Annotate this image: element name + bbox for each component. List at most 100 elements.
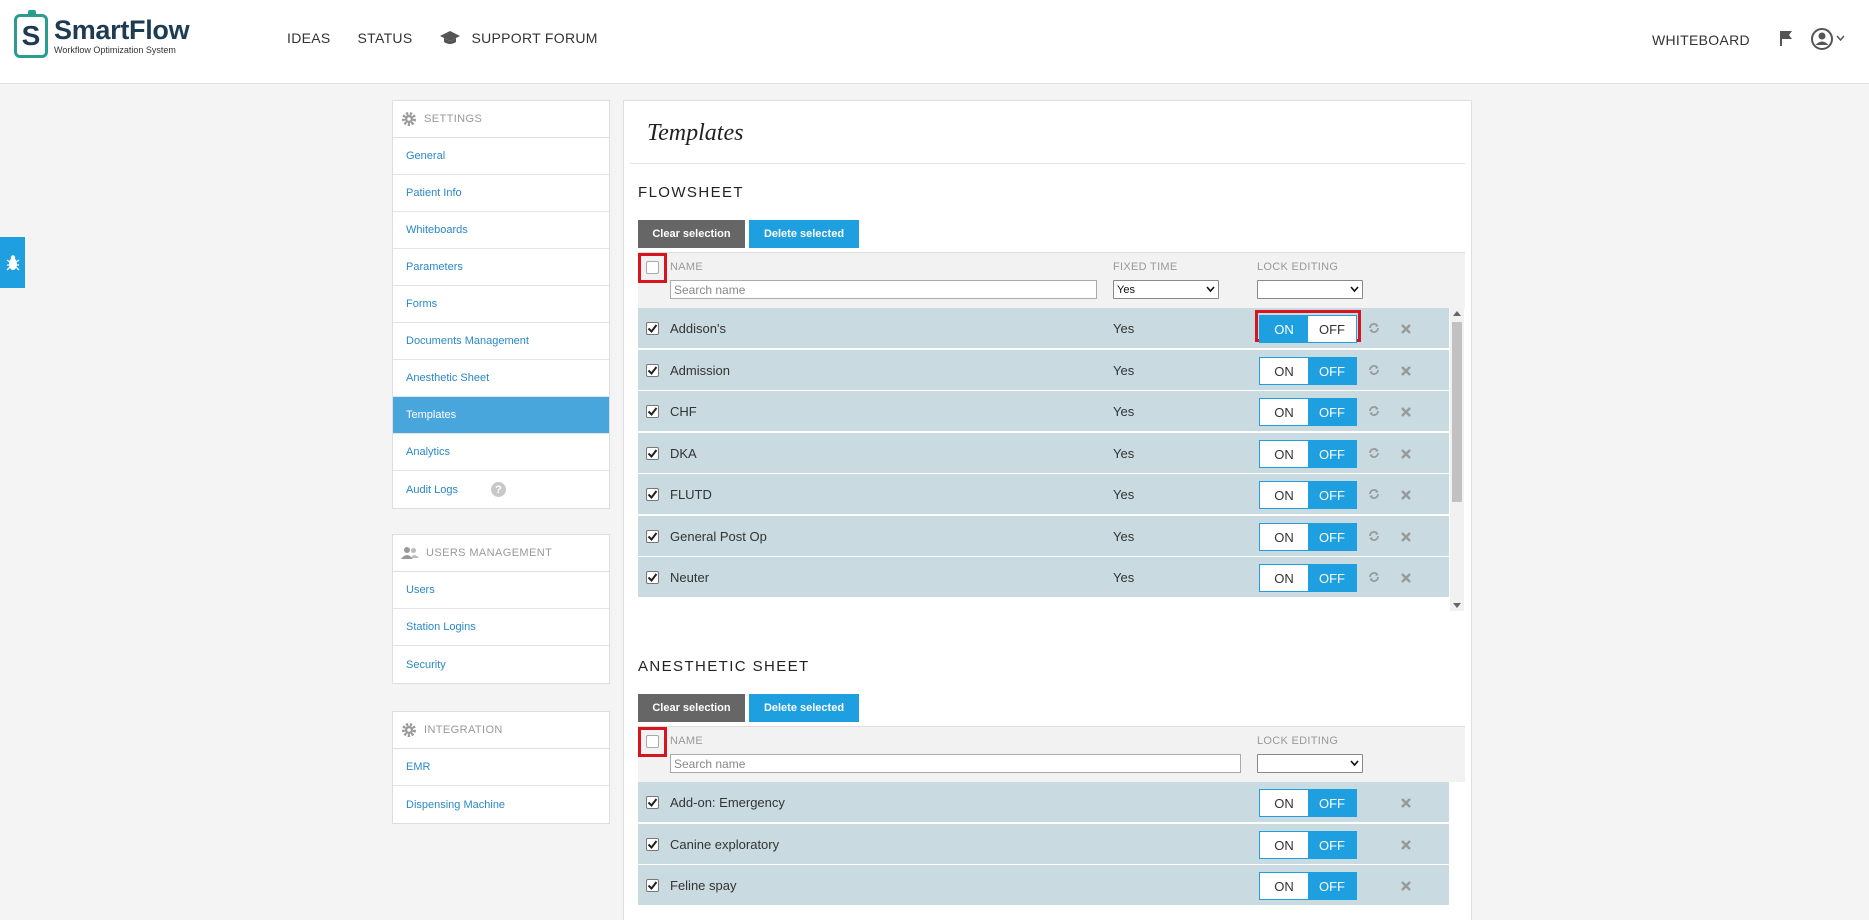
- delete-icon[interactable]: [1400, 448, 1412, 460]
- sidebar-item-analytics[interactable]: Analytics: [393, 434, 609, 471]
- bug-report-tab[interactable]: [0, 237, 25, 288]
- row-checkbox[interactable]: [646, 322, 659, 335]
- flowsheet-clear-selection-button[interactable]: Clear selection: [638, 220, 745, 248]
- row-checkbox[interactable]: [646, 530, 659, 543]
- table-row[interactable]: Canine exploratory ON OFF: [638, 824, 1449, 865]
- lock-editing-toggle[interactable]: ON OFF: [1259, 481, 1357, 509]
- sidebar-item-documents-management[interactable]: Documents Management: [393, 323, 609, 360]
- sidebar-item-audit-logs[interactable]: Audit Logs ?: [393, 471, 609, 508]
- delete-icon[interactable]: [1400, 880, 1412, 892]
- lock-editing-toggle[interactable]: ON OFF: [1259, 831, 1357, 859]
- scroll-down-arrow-icon[interactable]: [1453, 603, 1461, 608]
- anesthetic-lock-editing-filter-select[interactable]: [1257, 754, 1363, 773]
- sidebar-item-general[interactable]: General: [393, 138, 609, 175]
- sidebar-item-whiteboards[interactable]: Whiteboards: [393, 212, 609, 249]
- lock-editing-toggle[interactable]: ON OFF: [1259, 440, 1357, 468]
- table-row[interactable]: Feline spay ON OFF: [638, 865, 1449, 906]
- row-checkbox[interactable]: [646, 405, 659, 418]
- delete-icon[interactable]: [1400, 572, 1412, 584]
- lock-editing-toggle[interactable]: ON OFF: [1259, 357, 1357, 385]
- table-row[interactable]: Admission Yes ON OFF: [638, 350, 1449, 391]
- refresh-icon[interactable]: [1367, 363, 1381, 377]
- toggle-on-option[interactable]: ON: [1260, 316, 1308, 342]
- anesthetic-select-all-checkbox[interactable]: [646, 735, 659, 748]
- row-checkbox[interactable]: [646, 447, 659, 460]
- row-checkbox[interactable]: [646, 364, 659, 377]
- row-checkbox[interactable]: [646, 838, 659, 851]
- refresh-icon[interactable]: [1367, 321, 1381, 335]
- flowsheet-lock-editing-filter-select[interactable]: [1257, 280, 1363, 299]
- scroll-up-arrow-icon[interactable]: [1453, 311, 1461, 316]
- lock-editing-toggle[interactable]: ON OFF: [1259, 789, 1357, 817]
- toggle-off-option[interactable]: OFF: [1308, 316, 1356, 342]
- delete-icon[interactable]: [1400, 839, 1412, 851]
- row-checkbox[interactable]: [646, 796, 659, 809]
- toggle-off-option[interactable]: OFF: [1308, 358, 1356, 384]
- lock-editing-toggle[interactable]: ON OFF: [1259, 315, 1357, 343]
- toggle-off-option[interactable]: OFF: [1308, 790, 1356, 816]
- flowsheet-scrollbar[interactable]: [1450, 308, 1464, 611]
- table-row[interactable]: Addison's Yes ON OFF: [638, 308, 1449, 349]
- toggle-on-option[interactable]: ON: [1260, 873, 1308, 899]
- sidebar-item-dispensing-machine[interactable]: Dispensing Machine: [393, 786, 609, 823]
- toggle-off-option[interactable]: OFF: [1308, 873, 1356, 899]
- table-row[interactable]: General Post Op Yes ON OFF: [638, 516, 1449, 557]
- flowsheet-delete-selected-button[interactable]: Delete selected: [749, 220, 859, 248]
- chevron-down-icon[interactable]: [1836, 35, 1845, 42]
- row-checkbox[interactable]: [646, 571, 659, 584]
- flag-icon[interactable]: [1779, 30, 1793, 46]
- toggle-on-option[interactable]: ON: [1260, 482, 1308, 508]
- anesthetic-delete-selected-button[interactable]: Delete selected: [749, 694, 859, 722]
- toggle-on-option[interactable]: ON: [1260, 399, 1308, 425]
- delete-icon[interactable]: [1400, 323, 1412, 335]
- toggle-on-option[interactable]: ON: [1260, 358, 1308, 384]
- refresh-icon[interactable]: [1367, 529, 1381, 543]
- nav-ideas[interactable]: IDEAS: [287, 30, 331, 46]
- toggle-on-option[interactable]: ON: [1260, 832, 1308, 858]
- row-checkbox[interactable]: [646, 879, 659, 892]
- anesthetic-search-input[interactable]: [670, 754, 1241, 773]
- toggle-off-option[interactable]: OFF: [1308, 565, 1356, 591]
- sidebar-item-parameters[interactable]: Parameters: [393, 249, 609, 286]
- lock-editing-toggle[interactable]: ON OFF: [1259, 872, 1357, 900]
- toggle-on-option[interactable]: ON: [1260, 524, 1308, 550]
- nav-status[interactable]: STATUS: [358, 30, 413, 46]
- sidebar-item-users[interactable]: Users: [393, 572, 609, 609]
- app-logo[interactable]: S SmartFlow Workflow Optimization System: [14, 10, 190, 58]
- sidebar-item-emr[interactable]: EMR: [393, 749, 609, 786]
- sidebar-item-security[interactable]: Security: [393, 646, 609, 683]
- toggle-off-option[interactable]: OFF: [1308, 399, 1356, 425]
- lock-editing-toggle[interactable]: ON OFF: [1259, 564, 1357, 592]
- delete-icon[interactable]: [1400, 797, 1412, 809]
- sidebar-item-templates[interactable]: Templates: [393, 397, 609, 434]
- toggle-on-option[interactable]: ON: [1260, 441, 1308, 467]
- flowsheet-select-all-checkbox[interactable]: [646, 261, 659, 274]
- delete-icon[interactable]: [1400, 489, 1412, 501]
- flowsheet-scroll-thumb[interactable]: [1452, 322, 1462, 502]
- flowsheet-search-input[interactable]: [670, 280, 1097, 299]
- sidebar-item-forms[interactable]: Forms: [393, 286, 609, 323]
- help-icon[interactable]: ?: [490, 482, 506, 497]
- delete-icon[interactable]: [1400, 406, 1412, 418]
- toggle-on-option[interactable]: ON: [1260, 790, 1308, 816]
- sidebar-item-anesthetic-sheet[interactable]: Anesthetic Sheet: [393, 360, 609, 397]
- refresh-icon[interactable]: [1367, 570, 1381, 584]
- toggle-off-option[interactable]: OFF: [1308, 832, 1356, 858]
- sidebar-item-patient-info[interactable]: Patient Info: [393, 175, 609, 212]
- refresh-icon[interactable]: [1367, 404, 1381, 418]
- table-row[interactable]: DKA Yes ON OFF: [638, 433, 1449, 474]
- fixed-time-filter-select[interactable]: Yes: [1113, 280, 1219, 299]
- refresh-icon[interactable]: [1367, 446, 1381, 460]
- table-row[interactable]: FLUTD Yes ON OFF: [638, 474, 1449, 515]
- table-row[interactable]: Add-on: Emergency ON OFF: [638, 782, 1449, 823]
- whiteboard-link[interactable]: WHITEBOARD: [1652, 32, 1762, 48]
- delete-icon[interactable]: [1400, 531, 1412, 543]
- refresh-icon[interactable]: [1367, 487, 1381, 501]
- toggle-off-option[interactable]: OFF: [1308, 441, 1356, 467]
- toggle-off-option[interactable]: OFF: [1308, 524, 1356, 550]
- lock-editing-toggle[interactable]: ON OFF: [1259, 523, 1357, 551]
- anesthetic-clear-selection-button[interactable]: Clear selection: [638, 694, 745, 722]
- user-account-icon[interactable]: [1811, 28, 1833, 50]
- sidebar-item-station-logins[interactable]: Station Logins: [393, 609, 609, 646]
- table-row[interactable]: Neuter Yes ON OFF: [638, 557, 1449, 598]
